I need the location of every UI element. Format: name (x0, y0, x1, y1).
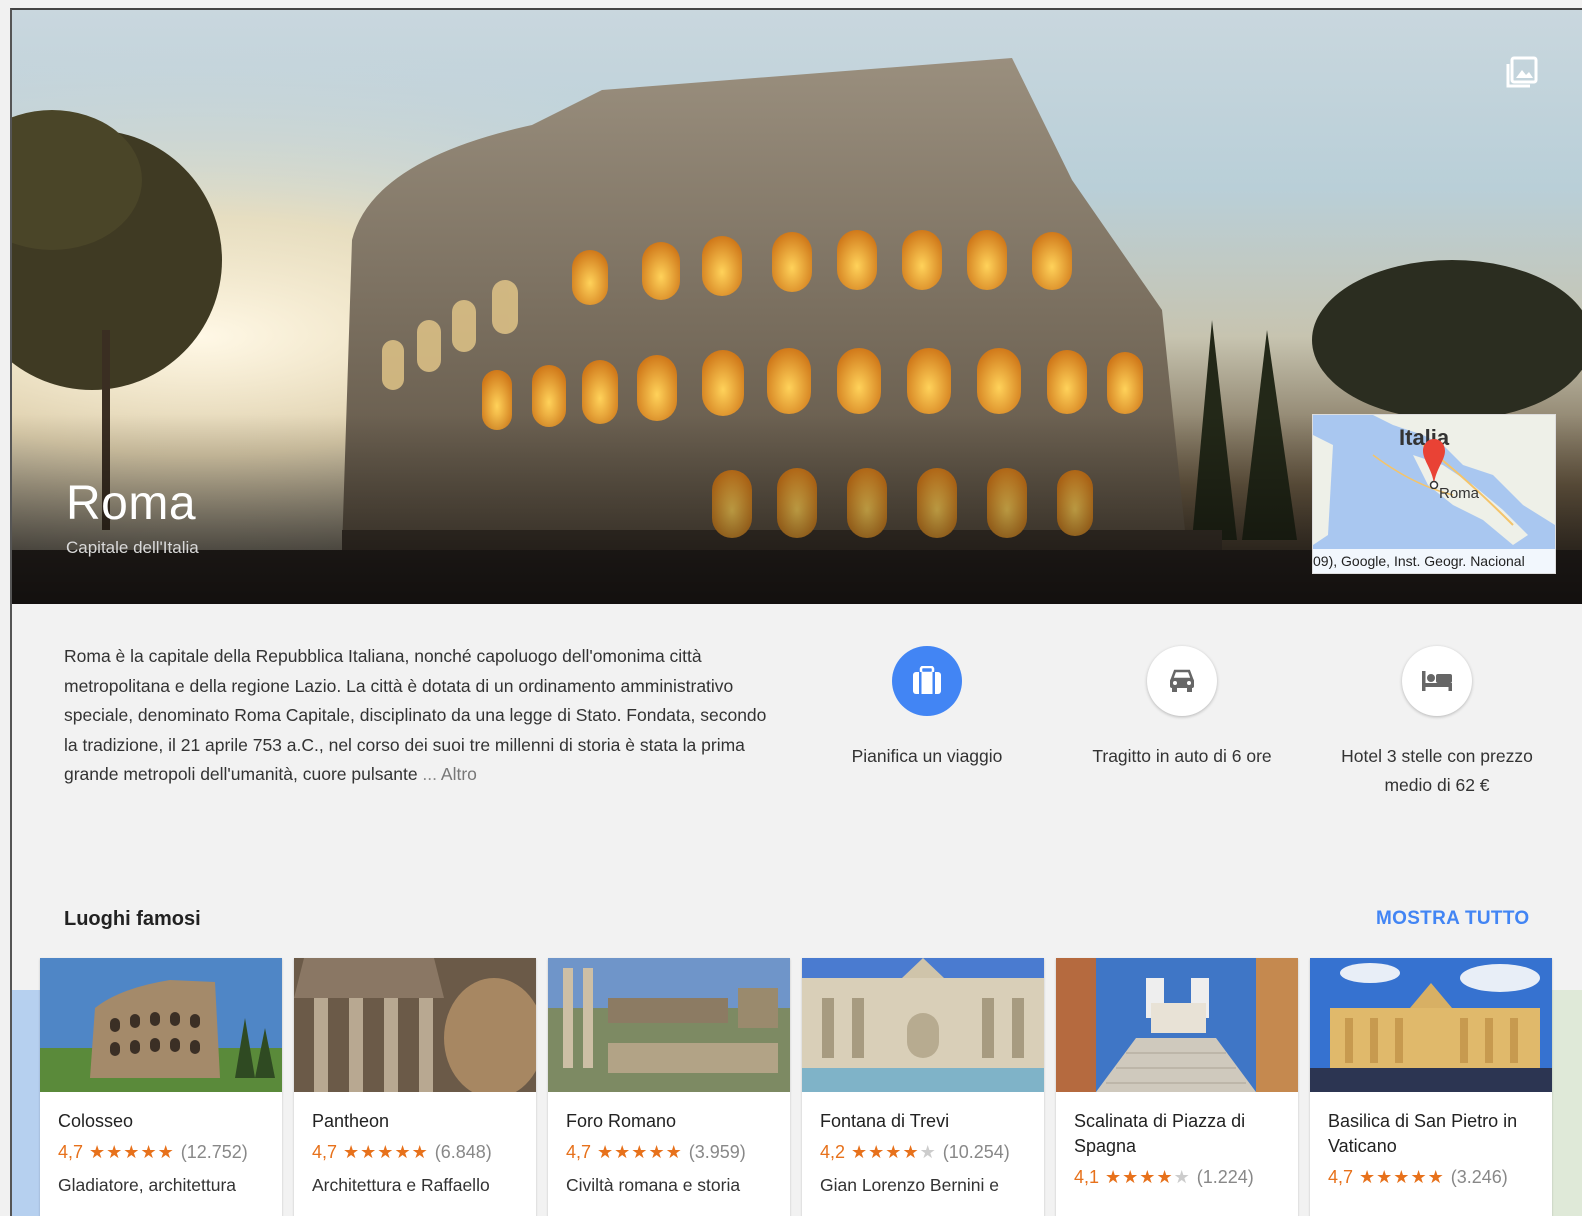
plan-trip-label: Pianifica un viaggio (851, 746, 1003, 766)
rating-stars-icon: ★★★★★ (1099, 1167, 1191, 1187)
review-count: (12.752) (180, 1142, 248, 1162)
hero-banner[interactable]: Roma Capitale dell'Italia Italia Roma 09… (12, 10, 1582, 604)
place-rating: 4,7 ★★★★★ (6.848) (312, 1142, 518, 1163)
place-note: Gian Lorenzo Bernini e (820, 1175, 999, 1195)
hotel-bed-icon (1402, 646, 1472, 716)
review-count: (6.848) (434, 1142, 492, 1162)
plan-trip-button[interactable]: Pianifica un viaggio (812, 646, 1042, 771)
suitcase-icon (892, 646, 962, 716)
more-link[interactable]: Altro (441, 764, 477, 784)
place-rating: 4,7 ★★★★★ (3.246) (1328, 1167, 1534, 1188)
place-note: Gladiatore, architettura (58, 1175, 237, 1195)
knowledge-panel: Roma Capitale dell'Italia Italia Roma 09… (10, 8, 1582, 1216)
map-attribution: 09), Google, Inst. Geogr. Nacional (1313, 549, 1555, 573)
map-background-left (12, 990, 42, 1216)
review-count: (10.254) (942, 1142, 1010, 1162)
place-name: Pantheon (312, 1111, 390, 1131)
rating-score: 4,7 (566, 1142, 592, 1162)
place-photo (1056, 958, 1298, 1092)
place-rating: 4,1 ★★★★★ (1.224) (1074, 1167, 1280, 1188)
place-photo (548, 958, 790, 1092)
place-rating: 4,7 ★★★★★ (3.959) (566, 1142, 772, 1163)
hotels-button[interactable]: Hotel 3 stelle con prezzo medio di 62 € (1322, 646, 1552, 800)
description-text: Roma è la capitale della Repubblica Ital… (64, 646, 767, 784)
place-name: Scalinata di Piazza di Spagna (1074, 1111, 1246, 1156)
map-thumbnail[interactable]: Italia Roma 09), Google, Inst. Geogr. Na… (1312, 414, 1556, 574)
rating-score: 4,7 (58, 1142, 84, 1162)
place-name: Basilica di San Pietro in Vaticano (1328, 1111, 1518, 1156)
review-count: (1.224) (1196, 1167, 1254, 1187)
city-description: Roma è la capitale della Repubblica Ital… (64, 642, 784, 790)
photo-gallery-icon[interactable] (1506, 56, 1538, 88)
place-name: Foro Romano (566, 1111, 677, 1131)
place-note: Architettura e Raffaello (312, 1175, 490, 1195)
place-card[interactable]: Foro Romano 4,7 ★★★★★ (3.959) Civiltà roma… (548, 958, 790, 1216)
rating-stars-icon: ★★★★★ (83, 1142, 181, 1162)
map-city-label: Roma (1439, 485, 1480, 502)
drive-time-button[interactable]: Tragitto in auto di 6 ore (1067, 646, 1297, 771)
place-name: Colosseo (58, 1111, 134, 1131)
place-photo (1310, 958, 1552, 1092)
car-icon (1147, 646, 1217, 716)
rating-score: 4,7 (312, 1142, 338, 1162)
hotels-label: Hotel 3 stelle con prezzo medio di 62 € (1341, 746, 1533, 795)
show-all-link[interactable]: MOSTRA TUTTO (1376, 908, 1529, 930)
place-rating: 4,2 ★★★★★ (10.254) (820, 1142, 1026, 1163)
city-subtitle: Capitale dell'Italia (66, 538, 199, 557)
place-card[interactable]: Basilica di San Pietro in Vaticano 4,7 ★★… (1310, 958, 1552, 1216)
rating-stars-icon: ★★★★★ (337, 1142, 435, 1162)
place-card[interactable]: Fontana di Trevi 4,2 ★★★★★ (10.254) Gian L… (802, 958, 1044, 1216)
drive-time-label: Tragitto in auto di 6 ore (1092, 746, 1272, 766)
rating-stars-icon: ★★★★★ (591, 1142, 689, 1162)
map-background-right (1552, 990, 1582, 1216)
rating-stars-icon: ★★★★★ (1353, 1167, 1451, 1187)
place-note: Civiltà romana e storia (566, 1175, 741, 1195)
rating-score: 4,2 (820, 1142, 846, 1162)
section-title: Luoghi famosi (64, 908, 201, 930)
place-card[interactable]: Scalinata di Piazza di Spagna 4,1 ★★★★★ (… (1056, 958, 1298, 1216)
rating-score: 4,1 (1074, 1167, 1100, 1187)
place-card[interactable]: Colosseo 4,7 ★★★★★ (12.752) Gladiatore, ar… (40, 958, 282, 1216)
place-name: Fontana di Trevi (820, 1111, 950, 1131)
place-photo (294, 958, 536, 1092)
place-rating: 4,7 ★★★★★ (12.752) (58, 1142, 264, 1163)
place-photo (40, 958, 282, 1092)
review-count: (3.246) (1450, 1167, 1508, 1187)
review-count: (3.959) (688, 1142, 746, 1162)
place-card[interactable]: Pantheon 4,7 ★★★★★ (6.848) Architettura e … (294, 958, 536, 1216)
city-title: Roma (66, 477, 197, 530)
description-ellipsis: ... (417, 764, 441, 784)
rating-stars-icon: ★★★★★ (845, 1142, 937, 1162)
rating-score: 4,7 (1328, 1167, 1354, 1187)
place-photo (802, 958, 1044, 1092)
